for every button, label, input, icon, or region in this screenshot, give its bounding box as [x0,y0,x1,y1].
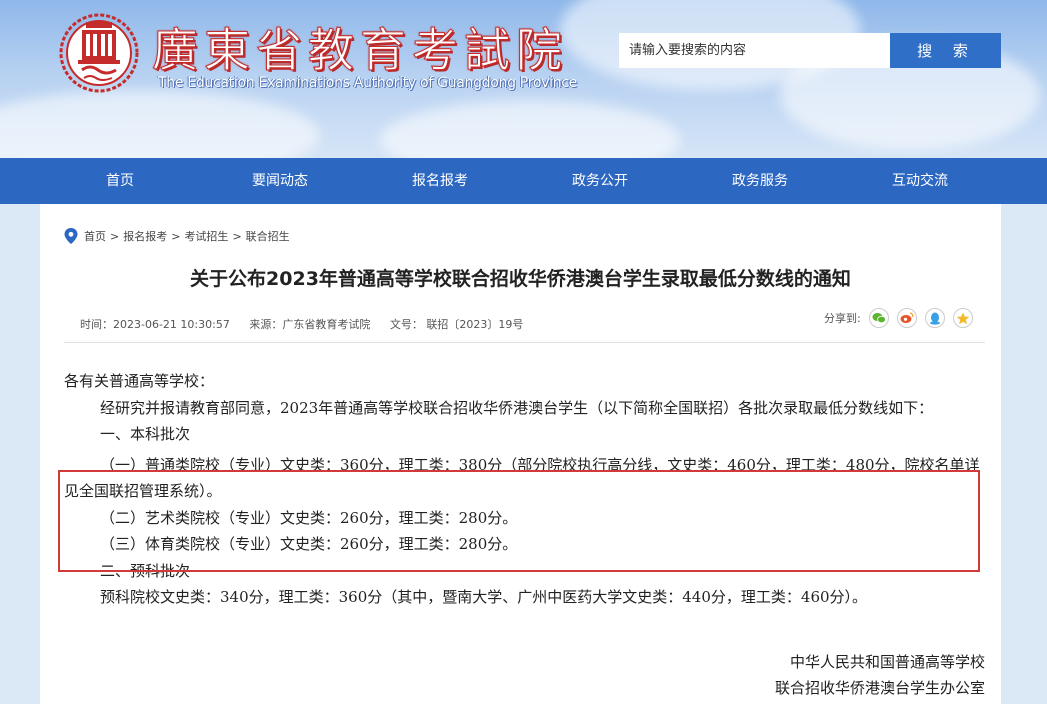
item-general-institutions: （一）普通类院校（专业）文史类：360分，理工类：380分（部分院校执行高分线，… [64,455,980,501]
breadcrumb-separator: > [110,229,120,243]
breadcrumb-registration[interactable]: 报名报考 [123,228,167,244]
breadcrumb-home[interactable]: 首页 [84,228,106,244]
document-number: 文号： 联招〔2023〕19号 [389,318,524,331]
search-button[interactable]: 搜 索 [890,33,1001,68]
wechat-icon[interactable] [868,308,889,328]
qzone-icon[interactable] [952,308,973,328]
nav-item-registration[interactable]: 报名报考 [360,158,520,204]
share-bar: 分享到: [824,308,973,328]
building-seal-logo[interactable] [58,12,140,94]
cloud-decoration [380,100,680,158]
nav-item-government-affairs[interactable]: 政务公开 [520,158,680,204]
article-title: 关于公布2023年普通高等学校联合招收华侨港澳台学生录取最低分数线的通知 [190,268,851,290]
preparatory-paragraph: 预科院校文史类：340分，理工类：360分（其中，暨南大学、广州中医药大学文史类… [100,588,868,606]
breadcrumb-joint-enrollment[interactable]: 联合招生 [246,228,290,244]
section-heading-undergraduate: 一、本科批次 [100,425,191,443]
site-header: 廣東省教育考試院 The Education Examinations Auth… [0,0,1047,158]
breadcrumb-separator: > [232,229,242,243]
nav-item-interaction[interactable]: 互动交流 [840,158,1000,204]
qq-icon[interactable] [924,308,945,328]
main-nav: 首页 要闻动态 报名报考 政务公开 政务服务 互动交流 [0,158,1047,204]
share-label: 分享到: [824,312,861,325]
article-panel: 首页 > 报名报考 > 考试招生 > 联合招生 关于公布2023年普通高等学校联… [40,204,1001,704]
article-body: 各有关普通高等学校： 经研究并报请教育部同意，2023年普通高等学校联合招收华侨… [64,368,989,611]
intro-paragraph: 经研究并报请教育部同意，2023年普通高等学校联合招收华侨港澳台学生（以下简称全… [100,398,934,417]
breadcrumb-exam-enrollment[interactable]: 考试招生 [184,228,228,244]
site-subtitle: The Education Examinations Authority of … [158,75,577,91]
nav-item-government-services[interactable]: 政务服务 [680,158,840,204]
breadcrumb-separator: > [171,229,181,243]
nav-item-home[interactable]: 首页 [40,158,200,204]
article-source: 来源：广东省教育考试院 [249,318,371,331]
nav-item-news[interactable]: 要闻动态 [200,158,360,204]
site-title: 廣東省教育考試院 [152,23,568,78]
cloud-decoration [0,90,320,158]
article-meta: 时间：2023-06-21 10:30:57 来源：广东省教育考试院 文号： 联… [80,316,539,332]
search-input[interactable] [619,33,890,68]
section-heading-preparatory: 二、预科批次 [100,561,191,580]
divider [64,342,985,343]
item-sports-institutions: （三）体育类院校（专业）文史类：260分，理工类：280分。 [100,535,518,553]
signature-block: 中华人民共和国普通高等学校 联合招收华侨港澳台学生办公室 [775,649,985,701]
signature-line-1: 中华人民共和国普通高等学校 [789,653,985,671]
location-pin-icon [64,228,78,244]
breadcrumb: 首页 > 报名报考 > 考试招生 > 联合招生 [64,228,290,244]
item-art-institutions: （二）艺术类院校（专业）文史类：260分，理工类：280分。 [100,508,518,527]
signature-line-2: 联合招收华侨港澳台学生办公室 [774,679,985,697]
greeting: 各有关普通高等学校： [64,372,215,390]
publish-time: 时间：2023-06-21 10:30:57 [80,318,230,331]
weibo-icon[interactable] [896,308,917,328]
